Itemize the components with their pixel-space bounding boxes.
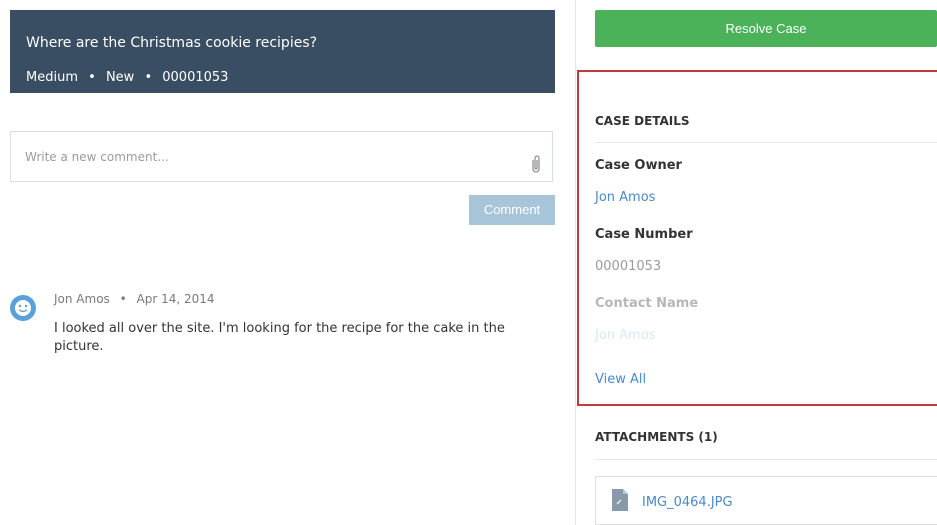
comment-input[interactable] xyxy=(11,132,511,181)
smiley-icon xyxy=(15,300,31,316)
case-number-value: 00001053 xyxy=(595,259,662,274)
case-owner-label: Case Owner xyxy=(595,158,682,173)
feed-author[interactable]: Jon Amos xyxy=(54,292,110,306)
case-priority: Medium xyxy=(26,70,78,85)
resolve-case-button[interactable]: Resolve Case xyxy=(595,10,937,47)
case-details-heading: CASE DETAILS xyxy=(595,114,690,128)
attachment-item[interactable]: IMG_0464.JPG xyxy=(595,476,937,525)
meta-separator: • xyxy=(119,292,127,306)
case-title: Where are the Christmas cookie recipies? xyxy=(26,35,318,51)
file-icon xyxy=(612,489,628,511)
feed-item-body: I looked all over the site. I'm looking … xyxy=(54,321,505,354)
paperclip-icon[interactable] xyxy=(530,154,542,174)
meta-separator: • xyxy=(88,70,96,85)
feed-item-meta: Jon Amos • Apr 14, 2014 xyxy=(54,292,215,306)
column-divider xyxy=(575,0,576,525)
case-meta: Medium • New • 00001053 xyxy=(26,70,228,85)
case-feed-panel: Where are the Christmas cookie recipies?… xyxy=(0,0,575,525)
divider xyxy=(595,459,937,460)
case-owner-link[interactable]: Jon Amos xyxy=(595,190,655,205)
attachment-name[interactable]: IMG_0464.JPG xyxy=(642,495,733,510)
contact-name-link[interactable]: Jon Amos xyxy=(595,328,655,343)
attachments-heading: ATTACHMENTS (1) xyxy=(595,430,718,444)
avatar[interactable] xyxy=(10,295,36,321)
case-number: 00001053 xyxy=(162,70,229,85)
comment-button[interactable]: Comment xyxy=(469,195,555,225)
divider xyxy=(595,142,937,143)
case-number-label: Case Number xyxy=(595,227,693,242)
contact-name-label: Contact Name xyxy=(595,296,699,311)
view-all-link[interactable]: View All xyxy=(595,372,646,387)
feed-date: Apr 14, 2014 xyxy=(136,292,215,306)
case-status: New xyxy=(105,70,135,85)
case-header: Where are the Christmas cookie recipies?… xyxy=(10,10,555,93)
comment-composer xyxy=(10,131,553,182)
meta-separator: • xyxy=(144,70,153,85)
